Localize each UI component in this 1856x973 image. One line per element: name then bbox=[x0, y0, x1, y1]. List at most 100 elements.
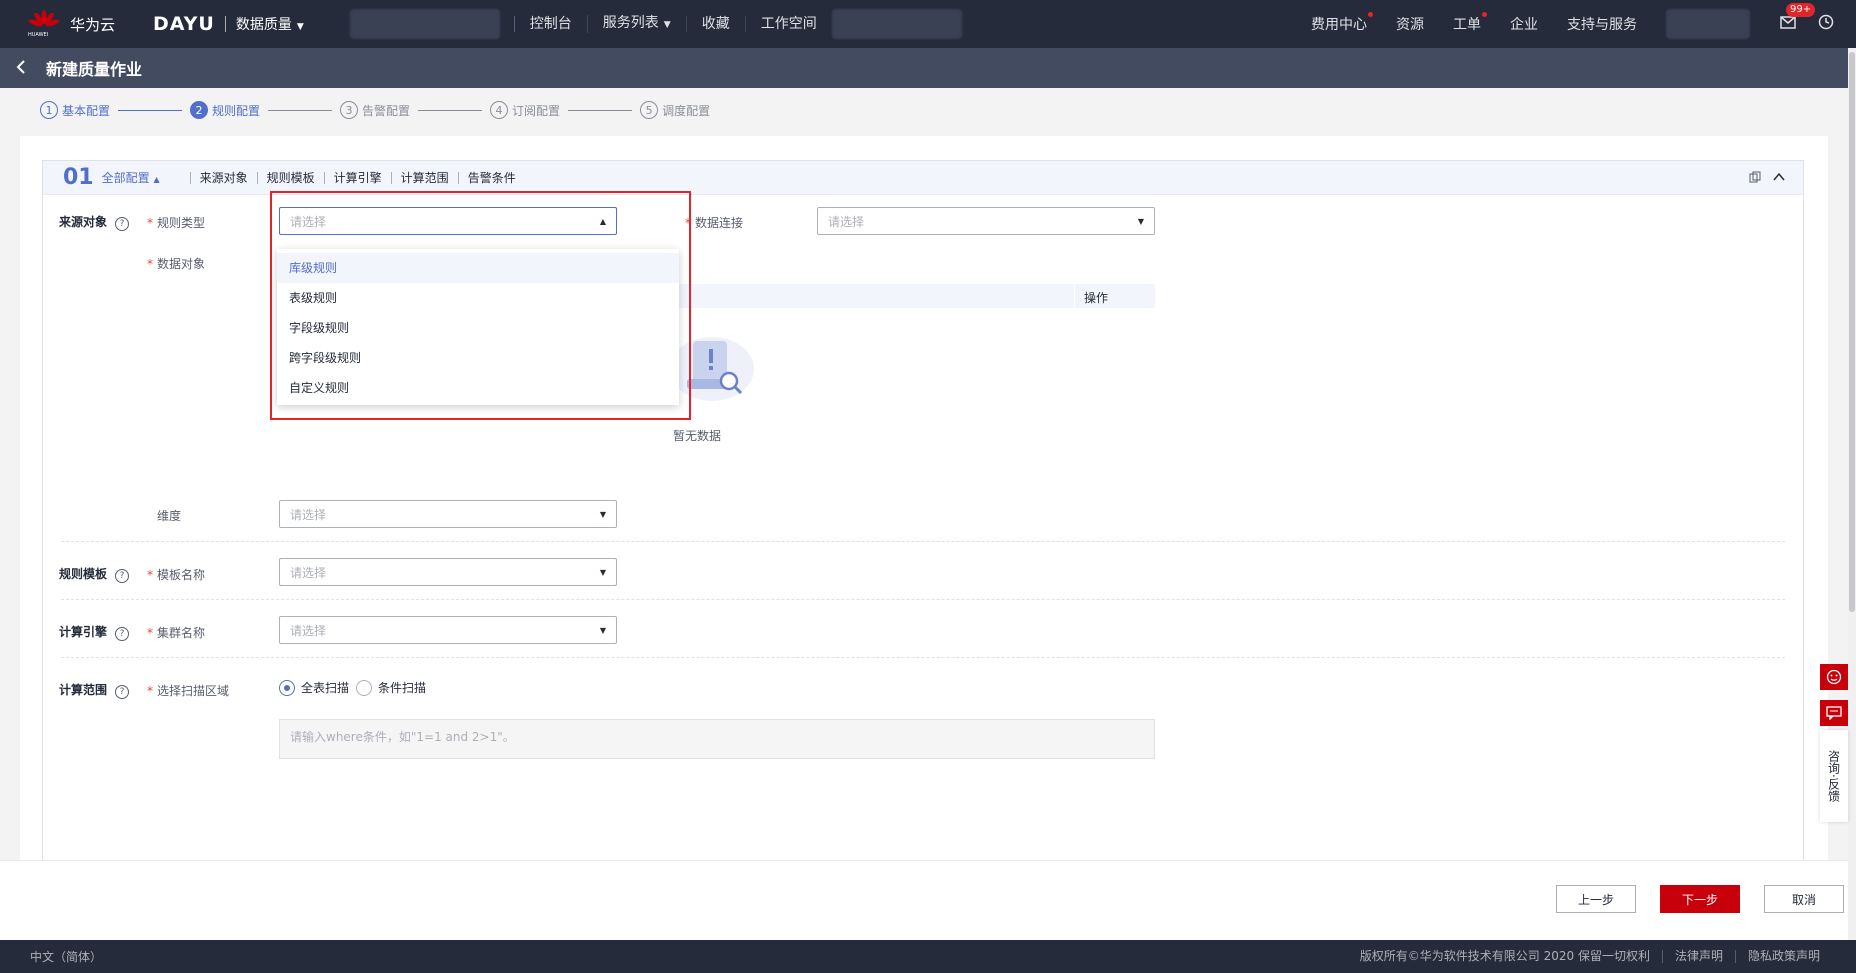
caret-down-icon: ▼ bbox=[599, 510, 606, 519]
footer-links: 版权所有©华为软件技术有限公司 2020 保留一切权利 法律声明 隐私政策声明 bbox=[1348, 950, 1832, 963]
next-step-button[interactable]: 下一步 bbox=[1660, 885, 1740, 913]
where-condition-textarea[interactable]: 请输入where条件，如"1=1 and 2>1"。 bbox=[279, 719, 1155, 759]
section-header: 01 全部配置 ▲ 来源对象 规则模板 计算引擎 计算范围 告警条件 bbox=[43, 161, 1803, 195]
radio-unchecked bbox=[356, 679, 372, 696]
source-object-title: 来源对象? bbox=[59, 213, 130, 231]
step-label: 告警配置 bbox=[362, 103, 411, 118]
language-switcher[interactable]: 中文（简体） bbox=[30, 948, 102, 965]
anchor-source[interactable]: 来源对象 bbox=[189, 171, 257, 184]
huawei-logo[interactable]: HUAWEI 华为云 bbox=[28, 10, 115, 38]
required-mark: * bbox=[147, 568, 153, 582]
dimension-select[interactable]: 请选择 ▼ bbox=[279, 500, 617, 528]
rule-type-label-text: 规则类型 bbox=[157, 216, 206, 230]
data-connection-label-text: 数据连接 bbox=[695, 216, 744, 230]
step-label: 规则配置 bbox=[212, 103, 261, 118]
nav-link-favorites[interactable]: 收藏 bbox=[685, 16, 745, 32]
mail-icon[interactable]: 99+ bbox=[1780, 3, 1816, 33]
required-mark: * bbox=[147, 684, 153, 698]
nav-link-workspace[interactable]: 工作空间 bbox=[744, 16, 832, 32]
legal-link[interactable]: 法律声明 bbox=[1661, 950, 1735, 963]
cluster-name-placeholder: 请选择 bbox=[290, 623, 327, 638]
compute-range-title: 计算范围? bbox=[59, 681, 130, 699]
nav-billing-label: 费用中心 bbox=[1311, 17, 1367, 33]
message-icon[interactable] bbox=[1820, 700, 1848, 726]
template-name-select[interactable]: 请选择 ▼ bbox=[279, 558, 617, 586]
radio-condition-scan-label: 条件扫描 bbox=[378, 681, 427, 695]
smiley-feedback-icon[interactable] bbox=[1820, 664, 1848, 690]
rule-template-title: 规则模板? bbox=[59, 565, 130, 583]
notification-dot bbox=[1368, 12, 1373, 17]
top-nav: HUAWEI 华为云 DAYU 数据质量 ▼ 控制台 服务列表 ▼ 收藏 工作空间 … bbox=[0, 0, 1856, 48]
section-divider bbox=[61, 657, 1785, 658]
step-4[interactable]: 4 订阅配置 bbox=[490, 101, 560, 119]
rule-type-label: * 规则类型 bbox=[147, 214, 205, 231]
back-arrow-icon[interactable] bbox=[16, 58, 36, 79]
where-condition-placeholder: 请输入where条件，如"1=1 and 2>1"。 bbox=[290, 730, 515, 744]
nav-links: 控制台 服务列表 ▼ 收藏 工作空间 bbox=[513, 15, 832, 33]
dimension-label: 维度 bbox=[157, 509, 182, 523]
brand-name: 华为云 bbox=[70, 15, 116, 34]
all-config-toggle[interactable]: 全部配置 ▲ bbox=[102, 169, 160, 186]
anchor-range[interactable]: 计算范围 bbox=[390, 171, 458, 184]
required-mark: * bbox=[147, 626, 153, 640]
anchor-template[interactable]: 规则模板 bbox=[256, 171, 324, 184]
vertical-scrollbar[interactable] bbox=[1848, 48, 1856, 940]
step-label: 基本配置 bbox=[62, 103, 111, 118]
clock-icon[interactable] bbox=[1818, 14, 1834, 34]
user-account-blurred[interactable] bbox=[1666, 9, 1750, 39]
anchor-alarm[interactable]: 告警条件 bbox=[457, 171, 525, 184]
footer: 中文（简体） 版权所有©华为软件技术有限公司 2020 保留一切权利 法律声明 … bbox=[0, 940, 1856, 973]
nav-link-console[interactable]: 控制台 bbox=[513, 16, 587, 32]
scrollbar-thumb[interactable] bbox=[1849, 52, 1855, 612]
anchor-engine[interactable]: 计算引擎 bbox=[323, 171, 391, 184]
radio-full-scan[interactable]: 全表扫描 bbox=[279, 679, 349, 696]
section-number: 01 bbox=[63, 165, 94, 190]
step-3[interactable]: 3 告警配置 bbox=[340, 101, 410, 119]
radio-condition-scan[interactable]: 条件扫描 bbox=[356, 679, 426, 696]
step-5[interactable]: 5 调度配置 bbox=[640, 101, 710, 119]
prev-step-button[interactable]: 上一步 bbox=[1556, 885, 1636, 913]
data-connection-label: * 数据连接 bbox=[685, 214, 743, 231]
nav-billing[interactable]: 费用中心 bbox=[1311, 12, 1373, 34]
required-mark: * bbox=[147, 216, 153, 230]
help-icon[interactable]: ? bbox=[115, 685, 130, 699]
step-number: 3 bbox=[340, 101, 359, 119]
template-name-label-text: 模板名称 bbox=[157, 568, 206, 582]
caret-down-icon: ▼ bbox=[296, 22, 304, 32]
mail-count-badge: 99+ bbox=[1786, 3, 1816, 17]
nav-enterprise[interactable]: 企业 bbox=[1510, 14, 1538, 34]
caret-down-icon: ▼ bbox=[599, 626, 606, 635]
region-selector-blurred[interactable] bbox=[349, 9, 500, 39]
compute-engine-label: 计算引擎 bbox=[59, 625, 108, 639]
cancel-button[interactable]: 取消 bbox=[1764, 885, 1844, 913]
cluster-name-select[interactable]: 请选择 ▼ bbox=[279, 616, 617, 644]
help-icon[interactable]: ? bbox=[115, 217, 130, 231]
nav-resources[interactable]: 资源 bbox=[1396, 14, 1424, 34]
empty-data-text: 暂无数据 bbox=[673, 429, 722, 443]
section-divider bbox=[61, 541, 1785, 542]
compute-range-label: 计算范围 bbox=[59, 683, 108, 697]
step-1[interactable]: 1 基本配置 bbox=[40, 101, 110, 119]
annotation-highlight-box bbox=[270, 191, 691, 420]
app-separator bbox=[224, 16, 226, 32]
help-icon[interactable]: ? bbox=[115, 627, 130, 641]
consult-feedback-tab[interactable]: 咨询·反馈 bbox=[1820, 730, 1848, 822]
privacy-link[interactable]: 隐私政策声明 bbox=[1734, 950, 1832, 963]
step-2[interactable]: 2 规则配置 bbox=[190, 101, 260, 119]
radio-full-scan-label: 全表扫描 bbox=[301, 681, 350, 695]
module-switcher[interactable]: 数据质量 ▼ bbox=[236, 14, 304, 34]
data-connection-select[interactable]: 请选择 ▼ bbox=[817, 207, 1155, 235]
nav-link-services[interactable]: 服务列表 ▼ bbox=[586, 15, 686, 33]
app-name[interactable]: DAYU bbox=[153, 13, 215, 35]
huawei-flower-icon: HUAWEI bbox=[28, 10, 60, 38]
step-label: 订阅配置 bbox=[512, 103, 561, 118]
help-icon[interactable]: ? bbox=[115, 569, 130, 583]
copy-icon[interactable] bbox=[1749, 171, 1761, 186]
required-mark: * bbox=[147, 257, 153, 271]
rule-template-label: 规则模板 bbox=[59, 567, 108, 581]
nav-tickets[interactable]: 工单 bbox=[1453, 12, 1487, 34]
workspace-selector-blurred[interactable] bbox=[831, 9, 962, 39]
nav-support[interactable]: 支持与服务 bbox=[1567, 14, 1637, 34]
chevron-up-icon[interactable] bbox=[1773, 171, 1785, 186]
caret-up-icon: ▲ bbox=[153, 175, 160, 184]
